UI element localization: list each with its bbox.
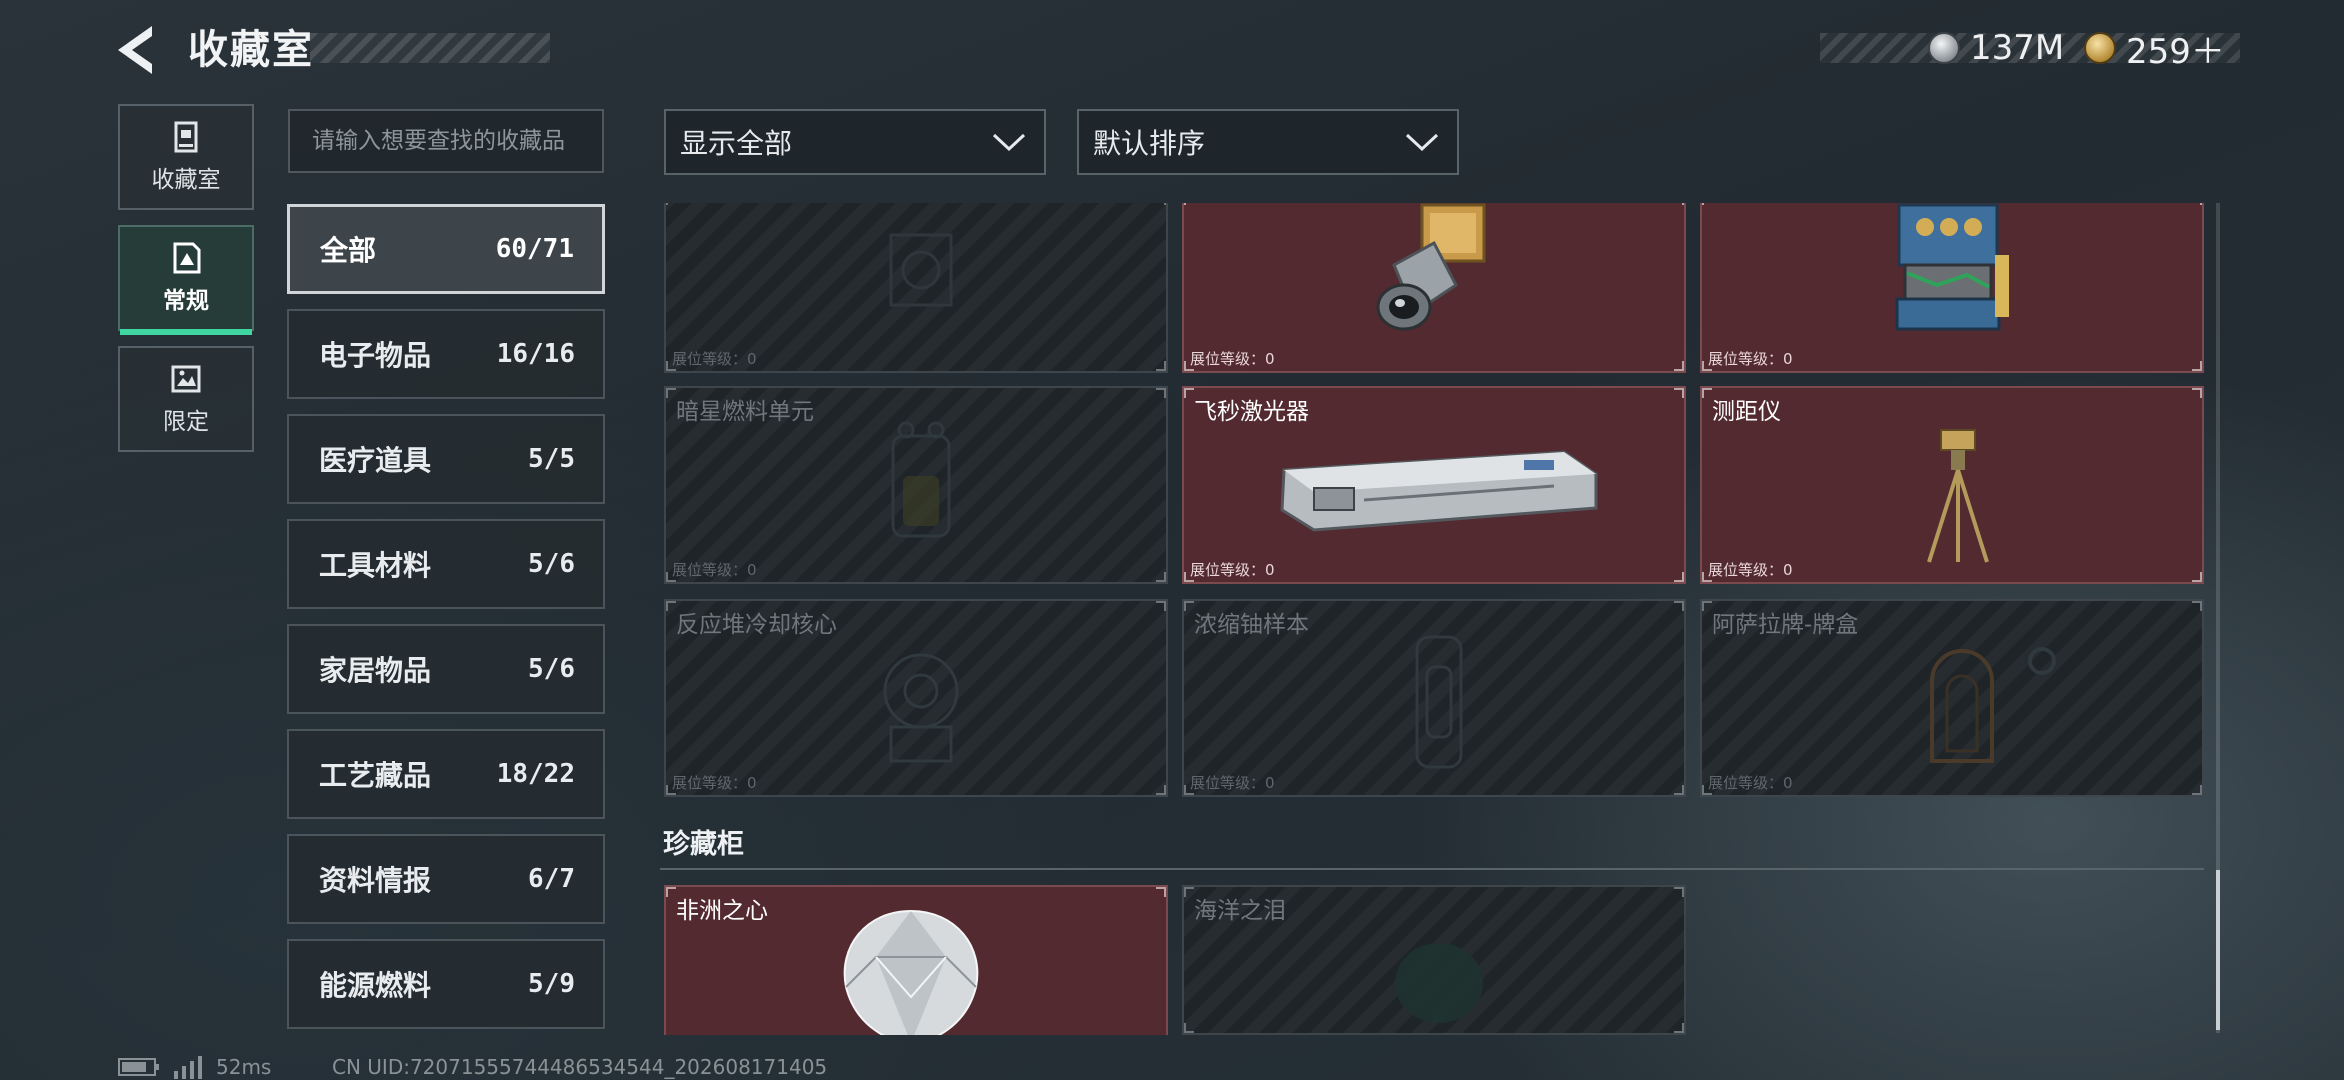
category-crafts[interactable]: 工艺藏品 18/22 [287,729,605,819]
collection-card[interactable]: 浓缩铀样本 展位等级：0 [1182,599,1686,797]
category-count: 18/22 [496,759,575,789]
category-electronics[interactable]: 电子物品 16/16 [287,309,605,399]
category-medical[interactable]: 医疗道具 5/5 [287,414,605,504]
category-count: 6/7 [528,864,575,894]
nav-item-label: 常规 [163,288,209,314]
category-name: 工艺藏品 [319,759,432,792]
battery-icon [118,1058,159,1076]
nav-item-label: 收藏室 [151,167,221,193]
filter-show-dropdown[interactable]: 显示全部 [664,109,1046,175]
nav-item-regular[interactable]: 常规 [118,225,254,335]
silver-coin-value: 137M [1970,28,2065,68]
gold-coin-icon [2084,32,2116,64]
collection-card[interactable]: 飞秒激光器 展位等级：0 [1182,386,1686,584]
cabinet-card[interactable]: 海洋之泪 [1182,885,1686,1035]
collection-grid[interactable]: 展位等级：0 展位等级：0 展位等级：0 暗星燃料单元 展位等级：0 飞秒激光器… [660,203,2204,1035]
currency-gold[interactable]: 259＋ [2084,26,2225,72]
uranium-sample-icon [1415,635,1463,769]
active-tab-indicator [120,329,252,335]
category-name: 电子物品 [319,339,432,372]
collection-card[interactable]: 展位等级：0 [1182,203,1686,373]
currency-silver[interactable]: 137M [1928,26,2064,70]
engine-block-icon [1895,203,2009,331]
title-decoration-stripe [310,33,550,63]
femtosecond-laser-icon [1280,450,1598,532]
page-title: 收藏室 [188,27,314,73]
gem-dark-icon [1395,943,1483,1023]
display-level: 展位等级：0 [1190,561,1275,579]
display-level: 展位等级：0 [1708,561,1793,579]
status-bar: 52ms [118,1054,271,1080]
collection-card[interactable]: 阿萨拉牌-牌盒 展位等级：0 [1700,599,2204,797]
category-energy[interactable]: 能源燃料 5/9 [287,939,605,1029]
category-count: 5/6 [528,654,575,684]
collection-screen: { "header": { "title": "收藏室", "back_icon… [0,0,2344,1080]
category-count: 60/71 [495,234,574,264]
sort-value: 默认排序 [1093,127,1206,160]
camera-lens-module-icon [1376,203,1486,331]
category-all[interactable]: 全部 60/71 [287,204,605,294]
category-count: 5/9 [528,969,575,999]
collection-search-input[interactable] [288,109,604,173]
back-arrow-icon[interactable] [112,20,160,80]
collection-card[interactable]: 测距仪 展位等级：0 [1700,386,2204,584]
sort-dropdown[interactable]: 默认排序 [1077,109,1459,175]
nav-item-label: 限定 [163,409,209,435]
user-uid: CN UID:720715557444865345​44_20260817140… [332,1055,828,1079]
section-divider [660,868,2204,870]
item-name: 测距仪 [1712,399,1781,425]
category-name: 全部 [320,234,377,267]
item-name: 暗星燃料单元 [676,399,814,425]
cabinet-section-title: 珍藏柜 [663,829,744,860]
category-count: 16/16 [496,339,575,369]
grid-scrollbar-thumb[interactable] [2216,870,2220,1030]
display-level: 展位等级：0 [1708,350,1793,368]
category-count: 5/6 [528,549,575,579]
chevron-down-icon [992,133,1026,152]
ping-latency: 52ms [216,1055,272,1079]
display-level: 展位等级：0 [1190,774,1275,792]
display-level: 展位等级：0 [672,774,757,792]
item-name: 反应堆冷却核心 [676,612,837,638]
cabinet-card[interactable]: 非洲之心 [664,885,1168,1035]
collection-card[interactable]: 暗星燃料单元 展位等级：0 [664,386,1168,584]
category-name: 医疗道具 [319,444,432,477]
category-name: 资料情报 [319,864,432,897]
display-level: 展位等级：0 [672,350,757,368]
category-household[interactable]: 家居物品 5/6 [287,624,605,714]
nav-item-collection-room[interactable]: 收藏室 [118,104,254,210]
collection-card[interactable]: 反应堆冷却核心 展位等级：0 [664,599,1168,797]
reactor-core-icon [883,653,959,763]
silver-coin-icon [1928,32,1960,64]
display-level: 展位等级：0 [672,561,757,579]
card-box-icon [1930,647,2056,763]
collection-card[interactable]: 展位等级：0 [1700,203,2204,373]
filter-show-value: 显示全部 [680,127,793,160]
limited-icon [171,365,201,393]
gold-coin-value: 259＋ [2126,31,2225,72]
diamond-icon [843,909,979,1035]
category-count: 5/5 [528,444,575,474]
nav-item-limited[interactable]: 限定 [118,346,254,452]
item-name: 飞秒激光器 [1194,399,1309,425]
signal-icon [174,1056,202,1079]
chevron-down-icon [1405,133,1439,152]
item-name: 阿萨拉牌-牌盒 [1712,612,1859,638]
item-name: 浓缩铀样本 [1194,612,1309,638]
display-level: 展位等级：0 [1190,350,1275,368]
item-name: 海洋之泪 [1194,898,1286,924]
regular-icon [173,242,201,274]
item-silhouette [889,233,953,307]
display-level: 展位等级：0 [1708,774,1793,792]
category-name: 能源燃料 [319,969,432,1002]
collection-card[interactable]: 展位等级：0 [664,203,1168,373]
category-name: 工具材料 [319,549,432,582]
rangefinder-tripod-icon [1927,429,1989,563]
category-intel[interactable]: 资料情报 6/7 [287,834,605,924]
category-name: 家居物品 [319,654,432,687]
category-tools[interactable]: 工具材料 5/6 [287,519,605,609]
fuel-cell-icon [891,421,951,538]
collection-room-icon [174,121,198,153]
item-name: 非洲之心 [676,898,768,924]
